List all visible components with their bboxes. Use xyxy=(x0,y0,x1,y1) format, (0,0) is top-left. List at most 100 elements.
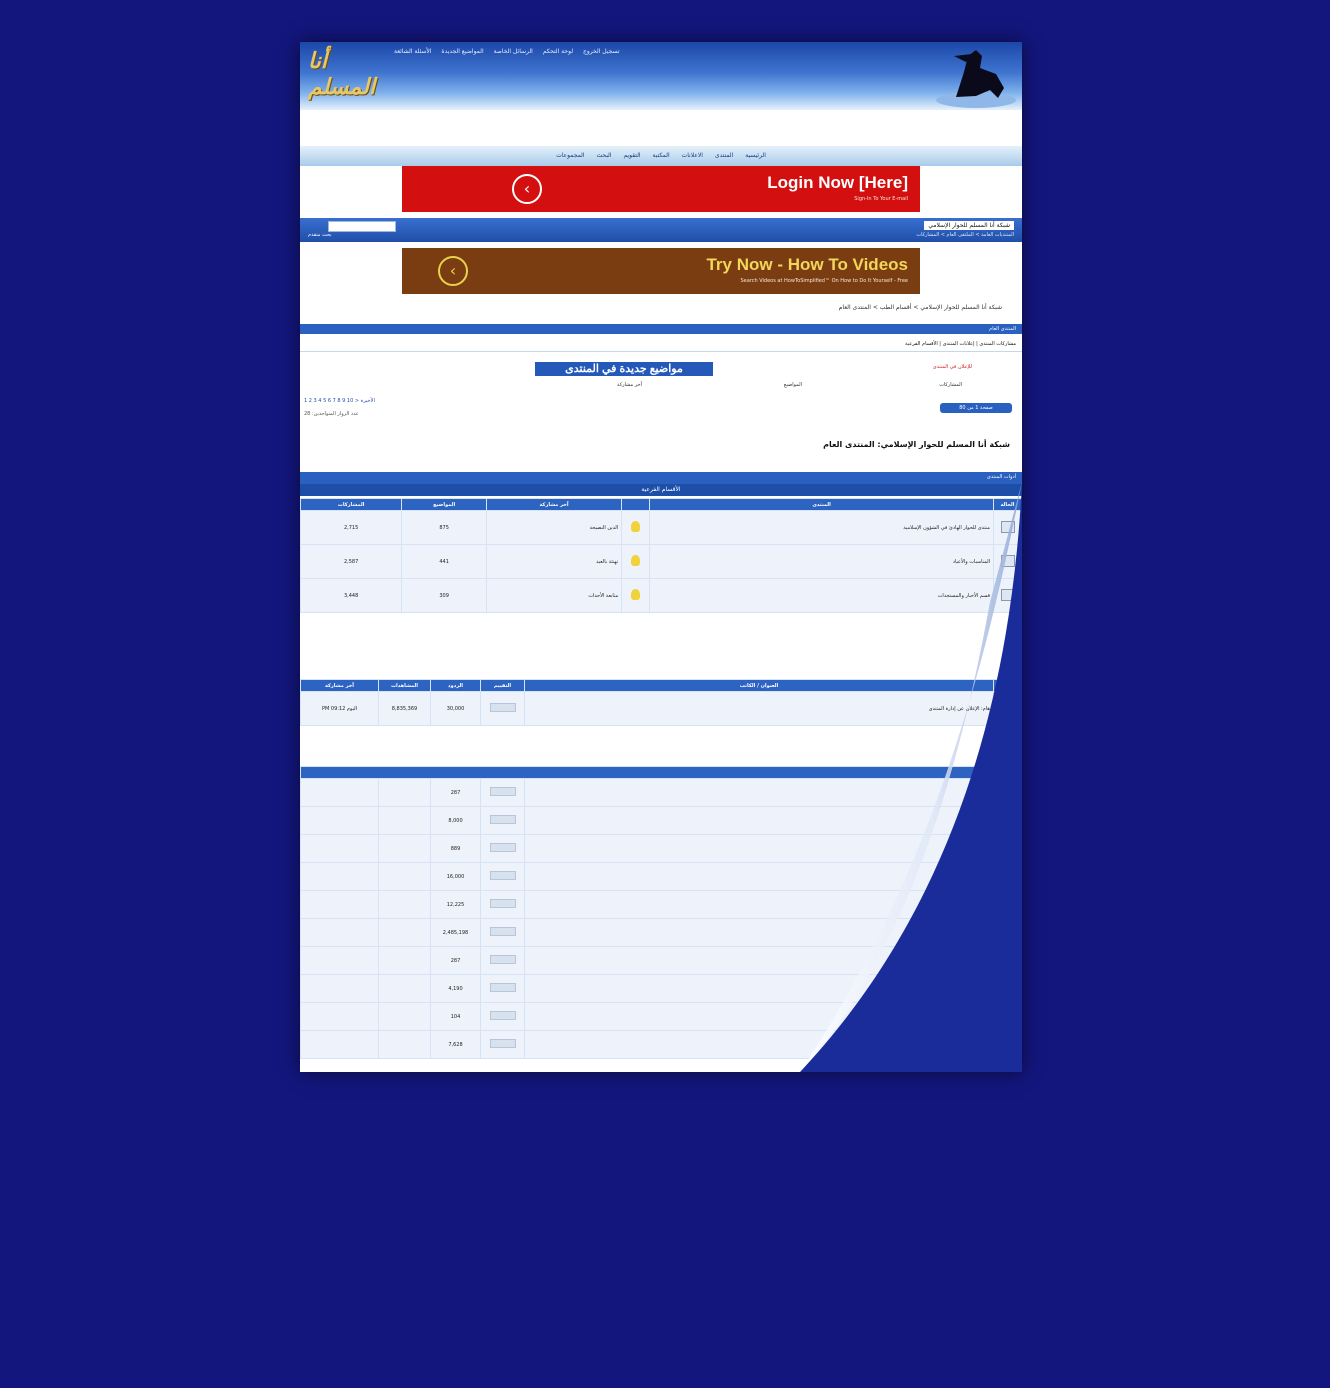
forum-toolbar: شبكة أنا المسلم للحوار الإسلامي المنتديا… xyxy=(300,218,1022,242)
table-row[interactable]: موضوع 6 2,485,198 xyxy=(300,918,1022,947)
top-link-messages[interactable]: الرسائل الخاصة xyxy=(494,48,533,55)
ad-subtitle: Sign-In To Your E-mail xyxy=(854,196,908,202)
last-post[interactable] xyxy=(300,778,379,807)
top-link-faq[interactable]: الأسئلة الشائعة xyxy=(394,48,432,55)
last-post[interactable] xyxy=(300,834,379,863)
thread-title[interactable]: هام: الإعلان عن إدارة المنتدى xyxy=(524,691,994,726)
last-post[interactable] xyxy=(300,918,379,947)
ad-banner-videos[interactable]: ‹ Try Now - How To Videos Search Videos … xyxy=(402,248,920,294)
posts-count: 2,587 xyxy=(300,544,403,579)
forum-page: أنا المسلم تسجيل الخروج لوحة التحكم الرس… xyxy=(300,42,1022,1072)
thread-title[interactable]: موضوع 9 xyxy=(524,1002,994,1031)
last-post[interactable]: متابعة الأحداث xyxy=(485,578,623,613)
table-row[interactable]: موضوع 8 4,190 xyxy=(300,974,1022,1003)
top-link-control-panel[interactable]: لوحة التحكم xyxy=(543,48,573,55)
pagination[interactable]: 1 2 3 4 5 6 7 8 9 10 > الأخيرة xyxy=(304,398,375,404)
thread-status-icon xyxy=(1000,1037,1015,1050)
replies-count: 2,485,198 xyxy=(430,918,481,947)
col-status: الحالة xyxy=(993,498,1022,511)
table-row-sticky[interactable]: هام: الإعلان عن إدارة المنتدى 30,000 8,8… xyxy=(300,691,1022,726)
ad-title: Try Now - How To Videos xyxy=(706,255,908,274)
table-row[interactable]: موضوع 2 8,000 xyxy=(300,806,1022,835)
lightbulb-icon xyxy=(631,521,641,532)
table-row[interactable]: منتدى للحوار الهادئ في الشؤون الإسلامية … xyxy=(300,510,1022,545)
top-link-new-posts[interactable]: المواضيع الجديدة xyxy=(441,48,483,55)
advanced-search-link[interactable]: بحث متقدم xyxy=(308,232,332,238)
forum-desc[interactable]: المناسبات والأعياد xyxy=(649,544,994,579)
table-row[interactable]: قسم الأخبار والمستجدات متابعة الأحداث 30… xyxy=(300,578,1022,613)
forum-status-icon xyxy=(1000,554,1015,567)
breadcrumb[interactable]: شبكة أنا المسلم للحوار الإسلامي > أقسام … xyxy=(839,304,1002,311)
thread-title[interactable]: موضوع 3 xyxy=(524,834,994,863)
forum-desc[interactable]: منتدى للحوار الهادئ في الشؤون الإسلامية xyxy=(649,510,994,545)
last-post[interactable] xyxy=(300,890,379,919)
last-post[interactable] xyxy=(300,946,379,975)
thread-title[interactable]: موضوع 2 xyxy=(524,806,994,835)
table-row[interactable]: موضوع 3 889 xyxy=(300,834,1022,863)
thread-title[interactable]: موضوع 1 xyxy=(524,778,994,807)
last-post[interactable]: اليوم 09:12 PM xyxy=(300,691,379,726)
replies-count: 287 xyxy=(430,946,481,975)
header-spacer xyxy=(300,110,1022,146)
nav-item-forum[interactable]: المنتدى xyxy=(715,152,733,159)
col-posts: المشاركات xyxy=(300,498,403,511)
posts-count: 3,448 xyxy=(300,578,403,613)
views-count xyxy=(378,862,431,891)
last-post[interactable]: الدين النصيحة xyxy=(485,510,623,545)
site-logo[interactable]: أنا المسلم xyxy=(308,48,378,100)
views-count xyxy=(378,974,431,1003)
table-row[interactable]: موضوع 9 104 xyxy=(300,1002,1022,1031)
advertise-link[interactable]: للإعلان في المنتدى xyxy=(933,364,972,370)
top-link-logout[interactable]: تسجيل الخروج xyxy=(583,48,620,55)
col-last-post: آخر مشاركة xyxy=(300,679,379,692)
last-post[interactable] xyxy=(300,974,379,1003)
thread-title[interactable]: موضوع 5 xyxy=(524,890,994,919)
table-row[interactable]: المناسبات والأعياد تهنئة بالعيد 441 2,58… xyxy=(300,544,1022,579)
table-row[interactable]: موضوع 10 7,628 xyxy=(300,1030,1022,1059)
nav-item-search[interactable]: البحث xyxy=(596,152,611,159)
last-post[interactable] xyxy=(300,1030,379,1059)
table-row[interactable]: موضوع 1 287 xyxy=(300,778,1022,807)
headline[interactable]: مواضيع جديدة في المنتدى xyxy=(535,362,713,376)
rating-stars xyxy=(489,871,516,880)
thread-title[interactable]: موضوع 8 xyxy=(524,974,994,1003)
last-post[interactable]: تهنئة بالعيد xyxy=(485,544,623,579)
forum-desc[interactable]: قسم الأخبار والمستجدات xyxy=(649,578,994,613)
posts-count: 2,715 xyxy=(300,510,403,545)
nav-item-home[interactable]: الرئيسية xyxy=(745,152,766,159)
nav-item-ads[interactable]: الاعلانات xyxy=(682,152,703,159)
thread-title[interactable]: موضوع 4 xyxy=(524,862,994,891)
new-topic-button[interactable]: صفحة 1 من 80 xyxy=(940,403,1012,413)
col-icon xyxy=(621,498,651,511)
views-count xyxy=(378,1002,431,1031)
nav-item-library[interactable]: المكتبة xyxy=(653,152,670,159)
col-topics: المواضيع xyxy=(401,498,487,511)
replies-count: 12,225 xyxy=(430,890,481,919)
last-post[interactable] xyxy=(300,806,379,835)
table-row[interactable]: موضوع 4 16,000 xyxy=(300,862,1022,891)
thread-title[interactable]: موضوع 6 xyxy=(524,918,994,947)
thread-status-icon xyxy=(1000,785,1015,798)
forum-tools-link[interactable]: أدوات المنتدى xyxy=(987,474,1016,480)
thread-title[interactable]: موضوع 10 xyxy=(524,1030,994,1059)
ad-banner-login[interactable]: ‹ Login Now [Here] Sign-In To Your E-mai… xyxy=(402,166,920,212)
nav-item-groups[interactable]: المجموعات xyxy=(556,152,584,159)
last-post[interactable] xyxy=(300,1002,379,1031)
views-count xyxy=(378,834,431,863)
rating-stars xyxy=(489,1039,516,1048)
forum-jump-select[interactable]: شبكة أنا المسلم للحوار الإسلامي xyxy=(924,221,1014,230)
rating-stars xyxy=(489,703,516,712)
ad-title: Login Now [Here] xyxy=(767,173,908,192)
table-row[interactable]: موضوع 5 12,225 xyxy=(300,890,1022,919)
table-row[interactable]: موضوع 7 287 xyxy=(300,946,1022,975)
forum-title: شبكة أنا المسلم للحوار الإسلامي: المنتدى… xyxy=(823,440,1010,449)
thread-title[interactable]: موضوع 7 xyxy=(524,946,994,975)
forum-info-row: مشاركات المنتدى | إعلانات المنتدى | الأق… xyxy=(300,338,1022,352)
lightbulb-icon xyxy=(631,589,641,600)
col-views: المشاهدات xyxy=(378,679,431,692)
search-input[interactable] xyxy=(328,221,396,232)
last-post[interactable] xyxy=(300,862,379,891)
col-title: العنوان / الكاتب xyxy=(524,679,994,692)
viewers-count: عدد الزوار المتواجدين: 28 xyxy=(304,411,359,417)
nav-item-calendar[interactable]: التقويم xyxy=(623,152,640,159)
